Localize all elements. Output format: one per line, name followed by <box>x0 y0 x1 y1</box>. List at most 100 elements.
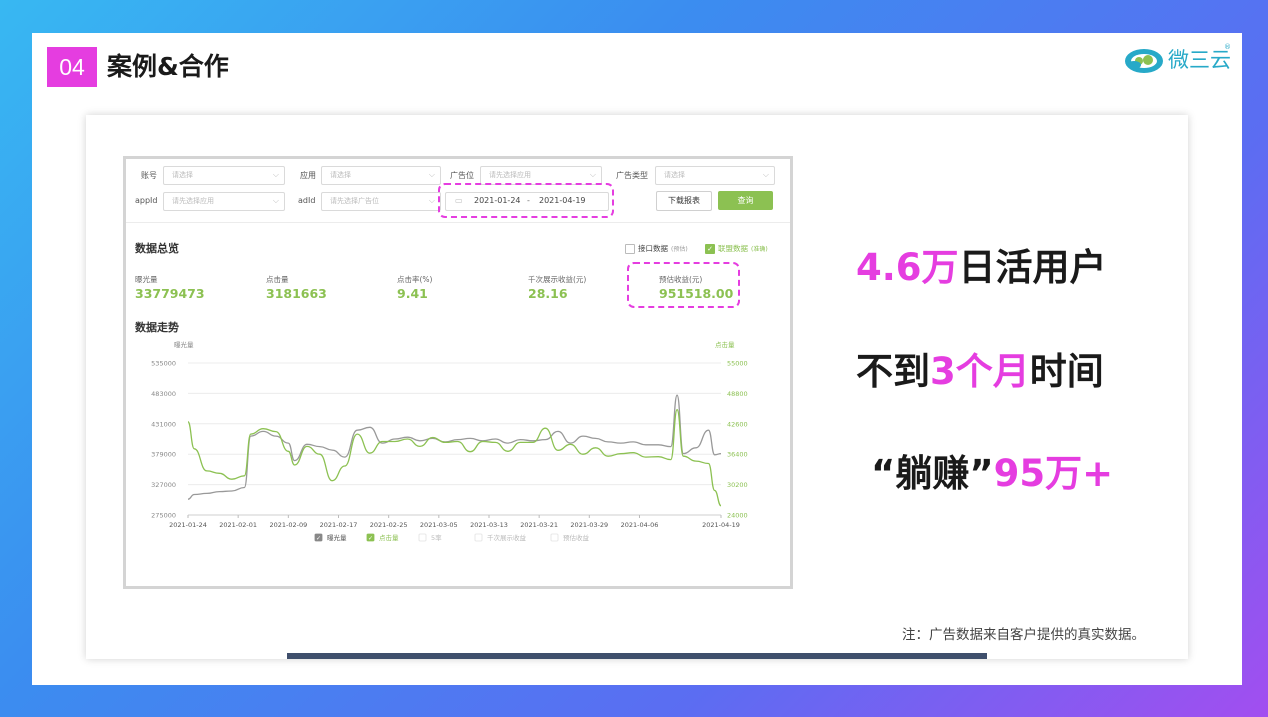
x-tick-label: 2021-02-01 <box>219 521 257 529</box>
account-label: 账号 <box>141 171 157 180</box>
legend-label: 预估收益 <box>563 533 590 542</box>
chevron-down-icon: ⌵ <box>762 170 769 179</box>
data-source-toggles: 接口数据 (预估) ✓ 联盟数据 (准确) <box>625 243 785 255</box>
duration-suffix: 时间 <box>1029 350 1104 393</box>
overview-title: 数据总览 <box>135 242 179 255</box>
y-right-axis-label: 点击量 <box>715 340 735 349</box>
y-right-tick-label: 36400 <box>727 451 748 459</box>
legend-check-icon: ✓ <box>316 535 321 542</box>
trend-line-chart: 535000 55000 483000 48800 431000 42600 379000 3… <box>151 340 748 542</box>
adpos-placeholder: 请先选择应用 <box>489 171 531 179</box>
duration-value: 3个月 <box>930 350 1030 393</box>
y-left-tick-label: 327000 <box>151 481 176 489</box>
slide: 04 案例&合作 微三云 ® 账号 请选择 ⌵ 应用 请选择 ⌵ 广告位 请先选… <box>32 33 1242 685</box>
legend-label: 千次展示收益 <box>487 533 527 542</box>
headline-daily-users: 4.6万日活用户 <box>856 245 1107 291</box>
account-placeholder: 请选择 <box>172 171 193 179</box>
y-right-tick-label: 24000 <box>727 512 748 520</box>
account-select[interactable]: 请选择 ⌵ <box>163 166 285 185</box>
registered-mark: ® <box>1224 43 1231 51</box>
metric-label: 点击率(%) <box>397 275 433 284</box>
union-data-checkbox[interactable]: ✓ <box>705 244 715 254</box>
slide-background: 04 案例&合作 微三云 ® 账号 请选择 ⌵ 应用 请选择 ⌵ 广告位 请先选… <box>0 0 1268 717</box>
y-right-tick-label: 55000 <box>727 360 748 368</box>
api-data-sublabel: (预估) <box>671 246 688 253</box>
series-line-impressions <box>187 394 722 500</box>
y-right-tick-label: 48800 <box>727 390 748 398</box>
content-card: 账号 请选择 ⌵ 应用 请选择 ⌵ 广告位 请先选择应用 ⌵ 广告类型 请选择 <box>86 115 1188 659</box>
query-button[interactable]: 查询 <box>718 191 773 210</box>
x-tick-label: 2021-03-05 <box>420 521 458 529</box>
chevron-down-icon: ⌵ <box>428 196 435 205</box>
adid-placeholder: 请先选择广告位 <box>330 197 379 205</box>
metric-label: 曝光量 <box>135 275 158 284</box>
metric-value: 33779473 <box>135 286 205 301</box>
appid-label: appId <box>135 196 158 205</box>
y-left-tick-label: 379000 <box>151 451 176 459</box>
x-tick-label: 2021-03-21 <box>520 521 558 529</box>
appid-placeholder: 请先选择应用 <box>172 197 214 205</box>
daily-users-value: 4.6万 <box>856 246 959 289</box>
union-data-sublabel: (准确) <box>751 246 768 253</box>
download-report-button[interactable]: 下载报表 <box>656 191 712 211</box>
headline-duration: 不到3个月时间 <box>856 349 1104 395</box>
y-right-tick-label: 30200 <box>727 481 748 489</box>
api-data-checkbox[interactable] <box>625 244 635 254</box>
legend-label: 5率 <box>431 533 442 542</box>
union-data-label: 联盟数据 <box>718 244 748 253</box>
legend-label: 点击量 <box>379 533 399 542</box>
app-select[interactable]: 请选择 ⌵ <box>321 166 441 185</box>
chevron-down-icon: ⌵ <box>589 170 596 179</box>
brand-logo: 微三云 ® <box>1124 43 1234 77</box>
adid-select[interactable]: 请先选择广告位 ⌵ <box>321 192 441 211</box>
cloud-logo-icon <box>1125 49 1163 73</box>
appid-select[interactable]: 请先选择应用 ⌵ <box>163 192 285 211</box>
section-title: 案例&合作 <box>107 52 229 81</box>
daily-users-text: 日活用户 <box>958 246 1107 289</box>
earnings-prefix: “躺赚” <box>871 452 994 495</box>
duration-prefix: 不到 <box>856 350 930 393</box>
section-number-badge: 04 <box>47 47 97 87</box>
headline-earnings: “躺赚”95万+ <box>871 451 1113 497</box>
y-left-tick-label: 535000 <box>151 360 176 368</box>
x-tick-label: 2021-02-17 <box>320 521 358 529</box>
y-left-tick-label: 483000 <box>151 390 176 398</box>
legend-checkbox <box>550 533 559 542</box>
chevron-down-icon: ⌵ <box>428 170 435 179</box>
x-tick-label: 2021-03-13 <box>470 521 508 529</box>
app-placeholder: 请选择 <box>330 171 351 179</box>
y-left-axis-label: 曝光量 <box>174 340 194 349</box>
legend-check-icon: ✓ <box>368 535 373 542</box>
revenue-highlight-frame <box>627 262 740 308</box>
brand-logo-text: 微三云 <box>1168 48 1231 72</box>
progress-bar-decoration <box>287 653 987 659</box>
metric-value: 3181663 <box>266 286 327 301</box>
adtype-label: 广告类型 <box>616 171 648 180</box>
y-left-tick-label: 275000 <box>151 512 176 520</box>
adtype-placeholder: 请选择 <box>664 171 685 179</box>
x-tick-label: 2021-01-24 <box>169 521 207 529</box>
earnings-value: 95万+ <box>993 452 1114 495</box>
date-highlight-frame <box>438 183 614 218</box>
x-tick-label: 2021-03-29 <box>570 521 608 529</box>
adtype-select[interactable]: 请选择 ⌵ <box>655 166 775 185</box>
trend-title: 数据走势 <box>135 321 179 334</box>
footnote: 注：广告数据来自客户提供的真实数据。 <box>902 627 1145 643</box>
metric-value: 28.16 <box>528 286 568 301</box>
legend-checkbox <box>474 533 483 542</box>
chevron-down-icon: ⌵ <box>272 170 279 179</box>
adpos-label: 广告位 <box>450 171 474 180</box>
adid-label: adId <box>298 196 316 205</box>
y-right-tick-label: 42600 <box>727 420 748 428</box>
divider <box>126 222 790 223</box>
chevron-down-icon: ⌵ <box>272 196 279 205</box>
legend-label: 曝光量 <box>327 533 347 542</box>
x-tick-label: 2021-02-09 <box>269 521 307 529</box>
metric-label: 千次展示收益(元) <box>528 275 587 284</box>
api-data-label: 接口数据 <box>638 244 668 253</box>
x-tick-label: 2021-02-25 <box>370 521 408 529</box>
x-tick-label: 2021-04-06 <box>621 521 659 529</box>
dashboard-screenshot: 账号 请选择 ⌵ 应用 请选择 ⌵ 广告位 请先选择应用 ⌵ 广告类型 请选择 <box>123 156 793 589</box>
metric-value: 9.41 <box>397 286 428 301</box>
app-label: 应用 <box>300 171 316 180</box>
